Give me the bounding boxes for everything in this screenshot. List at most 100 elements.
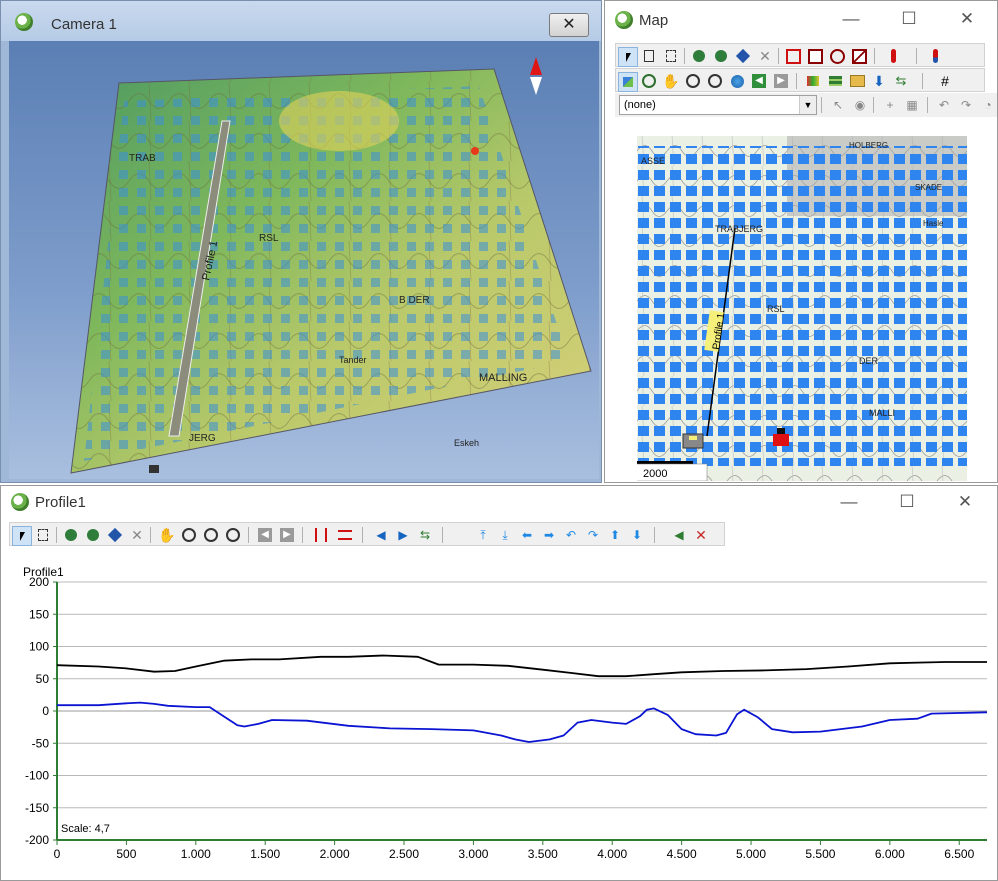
pan-hand-icon[interactable]: ✋: [662, 72, 680, 90]
series-line-1: [56, 654, 987, 678]
gear-icon[interactable]: [828, 47, 846, 65]
chevron-down-icon[interactable]: ▼: [799, 96, 816, 114]
rect-fill-icon[interactable]: [806, 47, 824, 65]
select-icon[interactable]: [618, 47, 638, 67]
thermometer2-icon[interactable]: [926, 47, 944, 65]
y-tick-label: -50: [32, 736, 50, 750]
rotate-3d-icon[interactable]: ◉: [851, 96, 869, 114]
folder-icon[interactable]: [848, 72, 866, 90]
pointer-star-icon[interactable]: [106, 526, 124, 544]
redo-icon[interactable]: ↷: [957, 96, 975, 114]
map-select-icon[interactable]: [618, 72, 638, 92]
forward-icon[interactable]: ▶: [278, 526, 296, 544]
zoom-extent-icon[interactable]: [224, 526, 242, 544]
select-icon[interactable]: [12, 526, 32, 546]
camera-marker: [149, 465, 159, 473]
camera-3d-viewport[interactable]: Profile 1 TRAB RSL B DER Tander MALLING …: [9, 41, 599, 479]
x-tick-label: 500: [116, 847, 136, 861]
x-tick-label: 3.000: [458, 847, 488, 861]
zoom-in-icon[interactable]: [180, 526, 198, 544]
rotate-left-icon[interactable]: [62, 526, 80, 544]
select-node-icon[interactable]: [640, 47, 658, 65]
terrain-3d-view[interactable]: Profile 1 TRAB RSL B DER Tander MALLING …: [9, 41, 599, 479]
map-canvas[interactable]: Profile 1 ASSE TRABJERG RSL DER MALLI HO…: [622, 136, 967, 482]
zoom-out-icon[interactable]: [202, 526, 220, 544]
layers-icon[interactable]: [826, 72, 844, 90]
rotate-right-icon[interactable]: [84, 526, 102, 544]
map-label-3: RSL: [767, 304, 785, 314]
camera-map-label-4: Tander: [339, 355, 367, 365]
undo-icon[interactable]: ↶: [935, 96, 953, 114]
layer-combo[interactable]: (none) ▼: [619, 95, 817, 115]
select-add-icon[interactable]: [662, 47, 680, 65]
rotate-right-icon[interactable]: [712, 47, 730, 65]
rect-icon[interactable]: [784, 47, 802, 65]
undo-icon[interactable]: ↶: [562, 526, 580, 544]
minimize-icon[interactable]: —: [841, 9, 861, 29]
forward-icon[interactable]: ▶: [772, 72, 790, 90]
refresh-icon[interactable]: ⇆: [892, 72, 910, 90]
redo-icon[interactable]: ↷: [584, 526, 602, 544]
download-icon[interactable]: ⬇: [870, 72, 888, 90]
camera-map-label-5: MALLING: [479, 372, 527, 384]
maximize-icon[interactable]: ☐: [897, 492, 917, 512]
refresh-icon[interactable]: ⇆: [416, 526, 434, 544]
globe-icon[interactable]: [728, 72, 746, 90]
profile-titlebar[interactable]: Profile1 — ☐ ✕: [1, 486, 997, 518]
clock-icon[interactable]: ◔: [979, 96, 997, 114]
maximize-icon[interactable]: ☐: [899, 9, 919, 29]
y-tick-label: -200: [25, 833, 49, 847]
map-titlebar[interactable]: Map — ☐ ✕: [605, 1, 997, 33]
top-icon[interactable]: ⤒: [474, 526, 492, 544]
delete-icon[interactable]: ✕: [756, 47, 774, 65]
speaker-mute-icon[interactable]: ✕: [692, 526, 710, 544]
speaker-icon[interactable]: ◀: [670, 526, 688, 544]
zoom-out-icon[interactable]: [706, 72, 724, 90]
paint-icon[interactable]: [804, 72, 822, 90]
vertical-lines-icon[interactable]: [312, 526, 330, 544]
arrow-up-icon[interactable]: ⬆: [606, 526, 624, 544]
delete-icon[interactable]: ✕: [128, 526, 146, 544]
map-label-2: TRABJERG: [715, 224, 763, 234]
thermometer-icon[interactable]: [884, 47, 902, 65]
toolbar-separator: [150, 527, 151, 543]
pointer-icon[interactable]: ↖: [829, 96, 847, 114]
slash-icon[interactable]: [850, 47, 868, 65]
bottom-icon[interactable]: ⤓: [496, 526, 514, 544]
close-icon[interactable]: ✕: [955, 492, 975, 512]
profile-plot-area[interactable]: 200 150 100 50 0 -50 -100 -150 -200 0 500 1.000 1.50…: [1, 550, 997, 880]
close-icon[interactable]: ✕: [957, 9, 977, 29]
minimize-icon[interactable]: —: [839, 492, 859, 512]
x-tick-label: 1.500: [250, 847, 280, 861]
pointer-star-icon[interactable]: [734, 47, 752, 65]
profile-chart[interactable]: 200150100500-50-100-150-2000 500 1.000 1.50…: [1, 550, 997, 880]
toolbar-separator: [442, 527, 443, 543]
back-icon[interactable]: ◀: [750, 72, 768, 90]
grid-icon[interactable]: #: [936, 72, 954, 90]
back-icon[interactable]: ◀: [256, 526, 274, 544]
x-tick-label: 6.500: [944, 847, 974, 861]
toolbar-separator: [302, 527, 303, 543]
x-tick-label: 6.000: [875, 847, 905, 861]
toolbar-separator: [796, 73, 797, 89]
triangle-right-icon[interactable]: ▶: [394, 526, 412, 544]
arrow-left-icon[interactable]: ⬅: [518, 526, 536, 544]
map-marker-right[interactable]: [773, 434, 789, 446]
arrow-down-icon[interactable]: ⬇: [628, 526, 646, 544]
arrow-right-icon[interactable]: ➡: [540, 526, 558, 544]
app-logo-icon: [11, 493, 29, 511]
table-icon[interactable]: ▦: [903, 96, 921, 114]
camera-map-label-2: RSL: [259, 233, 279, 244]
camera-titlebar[interactable]: Camera 1 ✕: [1, 1, 601, 41]
horizontal-lines-icon[interactable]: [336, 526, 354, 544]
triangle-left-icon[interactable]: ◀: [372, 526, 390, 544]
zoom-in-icon[interactable]: [684, 72, 702, 90]
chart-title: Profile1: [23, 565, 64, 579]
pan-hand-icon[interactable]: ✋: [158, 526, 176, 544]
zoom-box-icon[interactable]: [640, 72, 658, 90]
rotate-left-icon[interactable]: [690, 47, 708, 65]
add-icon[interactable]: +: [881, 96, 899, 114]
camera-close-button[interactable]: ✕: [549, 13, 589, 37]
select-add-icon[interactable]: [34, 526, 52, 544]
map-view[interactable]: Profile 1 ASSE TRABJERG RSL DER MALLI HO…: [622, 136, 967, 482]
